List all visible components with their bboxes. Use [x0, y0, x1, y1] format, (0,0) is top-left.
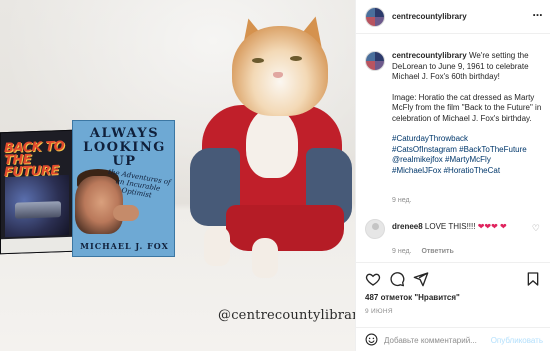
caption-line-2: Image: Horatio the cat dressed as Marty …: [392, 92, 542, 123]
comment-text: drenee8 LOVE THIS!!!! ❤❤❤ ❤: [392, 221, 522, 232]
hashtag-link[interactable]: #BackToTheFuture: [459, 145, 527, 154]
caption-text: centrecountylibrary We're setting the De…: [392, 51, 542, 176]
cat-head: [232, 26, 328, 116]
delorean-image: [15, 201, 61, 219]
add-comment-bar: Опубликовать: [356, 327, 550, 351]
likes-count[interactable]: 487 отметок "Нравится": [365, 293, 460, 302]
comment-meta: 9 нед. Ответить: [392, 248, 454, 255]
share-icon[interactable]: [413, 271, 429, 287]
hashtag-link[interactable]: #MichaelJFox: [392, 166, 441, 175]
cat-eye-left: [252, 58, 264, 63]
post-header: centrecountylibrary …: [356, 0, 550, 34]
hashtag-link[interactable]: #CaturdayThrowback: [392, 134, 468, 143]
heart-outline-icon[interactable]: ♡: [532, 224, 540, 234]
post-date[interactable]: 9 ИЮНЯ: [365, 308, 393, 315]
post-photo[interactable]: BACK TO THE FUTURE ALWAYS LOOKING UP the…: [0, 0, 355, 351]
caption-avatar[interactable]: [365, 51, 385, 71]
more-options-icon[interactable]: …: [533, 8, 544, 19]
book-author: MICHAEL J. FOX: [80, 241, 169, 251]
reply-button[interactable]: Ответить: [421, 248, 453, 255]
post-actions: 487 отметок "Нравится" 9 ИЮНЯ: [356, 262, 550, 328]
dvd-case: BACK TO THE FUTURE: [0, 129, 74, 255]
cat-paw-left: [204, 226, 230, 266]
book-title: ALWAYS LOOKING UP: [83, 126, 166, 169]
red-vest-bottom: [226, 205, 344, 251]
cat-chest: [246, 108, 298, 178]
hashtag-link[interactable]: #CatsOfInstagram: [392, 145, 457, 154]
avatar[interactable]: [365, 7, 385, 27]
post-side-panel: centrecountylibrary … centrecountylibrar…: [355, 0, 550, 351]
comment-input[interactable]: [384, 333, 502, 347]
dvd-bottom-strip: [1, 236, 74, 254]
heart-icon[interactable]: [365, 271, 381, 287]
cat-paw-right: [252, 238, 278, 278]
comment-body: LOVE THIS!!!!: [424, 222, 476, 231]
caption-username[interactable]: centrecountylibrary: [392, 51, 467, 60]
comment-age: 9 нед.: [392, 248, 412, 255]
author-hand: [113, 205, 139, 221]
book-cover: ALWAYS LOOKING UP the Adventures of an I…: [72, 120, 175, 257]
comment-icon[interactable]: [389, 271, 405, 287]
username-link[interactable]: centrecountylibrary: [392, 12, 467, 21]
hashtag-link[interactable]: #HoratioTheCat: [444, 166, 500, 175]
cat-eye-right: [290, 56, 302, 61]
cat-nose: [273, 72, 283, 78]
dvd-title: BACK TO THE FUTURE: [4, 139, 65, 181]
caption-age: 9 нед.: [392, 197, 412, 204]
mention-link[interactable]: @realmikejfox: [392, 155, 443, 164]
hashtag-link[interactable]: #MartyMcFly: [445, 155, 491, 164]
emoji-icon[interactable]: [365, 333, 378, 346]
bookmark-icon[interactable]: [525, 271, 541, 287]
publish-button[interactable]: Опубликовать: [491, 336, 543, 345]
photo-watermark: @centrecountylibrary: [218, 308, 355, 323]
comment-username[interactable]: drenee8: [392, 222, 423, 231]
comment-avatar[interactable]: [365, 219, 385, 239]
comment-hearts: ❤❤❤ ❤: [477, 222, 507, 231]
